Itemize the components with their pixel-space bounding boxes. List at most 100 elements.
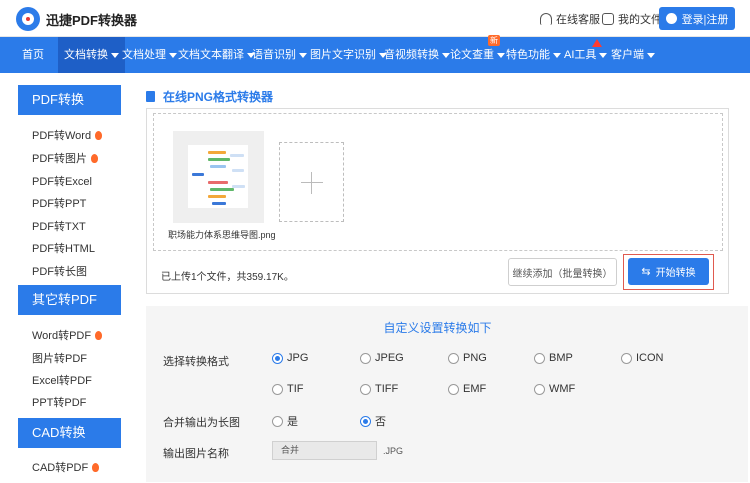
- format-option-png[interactable]: PNG: [448, 352, 487, 364]
- login-register-label: 登录|注册: [681, 13, 729, 26]
- format-option-label: PNG: [463, 352, 487, 364]
- nav-item-label: 音视频转换: [384, 49, 439, 61]
- start-convert-button[interactable]: ⇆ 开始转换: [628, 258, 709, 285]
- sidebar-item-cad-to-pdf[interactable]: CAD转PDF: [32, 459, 100, 475]
- format-option-bmp[interactable]: BMP: [534, 352, 573, 364]
- nav-item-home[interactable]: 首页: [22, 37, 44, 73]
- sidebar-group-pdf-convert: PDF转换: [18, 85, 121, 115]
- fire-icon: [92, 463, 100, 472]
- format-option-tif[interactable]: TIF: [272, 383, 304, 395]
- nav-item-av-convert[interactable]: 音视频转换: [384, 37, 450, 73]
- format-option-tiff[interactable]: TIFF: [360, 383, 398, 395]
- sidebar-item-label: Word转PDF: [32, 330, 92, 342]
- nav-item-label: 客户端: [611, 49, 644, 61]
- radio-icon: [360, 352, 371, 364]
- merge-option-yes[interactable]: 是: [272, 413, 298, 429]
- output-name-input[interactable]: 合并: [272, 441, 377, 460]
- output-name-label: 输出图片名称: [163, 448, 229, 460]
- nav-item-speech[interactable]: 语音识别: [252, 37, 307, 73]
- logo-icon: [16, 7, 40, 31]
- radio-icon: [534, 383, 545, 395]
- radio-icon: [272, 383, 283, 395]
- sidebar-item-ppt-to-pdf[interactable]: PPT转PDF: [32, 394, 86, 410]
- nav-item-features[interactable]: 特色功能: [506, 37, 561, 73]
- nav-item-label: 文档转换: [64, 49, 108, 61]
- user-icon: [665, 13, 677, 24]
- my-files-link[interactable]: 我的文件: [602, 11, 662, 27]
- fire-icon: [91, 154, 98, 163]
- format-option-label: BMP: [549, 352, 573, 364]
- format-label: 选择转换格式: [163, 356, 229, 368]
- sidebar-item-pdf-to-image[interactable]: PDF转图片: [32, 150, 98, 166]
- radio-icon: [272, 415, 283, 427]
- merge-option-label: 否: [375, 416, 386, 428]
- nav-item-client[interactable]: 客户端: [611, 37, 655, 73]
- merge-option-no[interactable]: 否: [360, 413, 386, 429]
- nav-item-label: 语音识别: [252, 49, 296, 61]
- nav-item-thesis-check[interactable]: 论文查重 新: [450, 35, 505, 73]
- radio-icon: [534, 352, 545, 364]
- radio-checked-icon: [360, 415, 371, 427]
- format-option-jpg[interactable]: JPG: [272, 352, 308, 364]
- sidebar-item-image-to-pdf[interactable]: 图片转PDF: [32, 350, 87, 366]
- sidebar-item-pdf-to-ppt[interactable]: PDF转PPT: [32, 195, 86, 211]
- chevron-down-icon: [442, 52, 450, 58]
- login-register-button[interactable]: 登录|注册: [659, 7, 735, 30]
- radio-icon: [621, 352, 632, 364]
- logo[interactable]: 迅捷PDF转换器: [16, 7, 137, 31]
- merge-option-label: 是: [287, 416, 298, 428]
- chevron-down-icon: [169, 52, 177, 58]
- nav-item-doc-process[interactable]: 文档处理: [122, 37, 177, 73]
- format-option-jpeg[interactable]: JPEG: [360, 352, 404, 364]
- sidebar-item-pdf-to-word[interactable]: PDF转Word: [32, 127, 103, 143]
- format-option-wmf[interactable]: WMF: [534, 383, 575, 395]
- sidebar-item-pdf-to-html[interactable]: PDF转HTML: [32, 240, 95, 256]
- radio-icon: [448, 352, 459, 364]
- chevron-down-icon: [647, 52, 655, 58]
- sidebar-item-label: PDF转HTML: [32, 243, 95, 255]
- page-title-row: 在线PNG格式转换器: [146, 88, 273, 105]
- online-service-label: 在线客服: [556, 14, 600, 26]
- upload-panel: 职场能力体系思维导图.png 已上传1个文件，共359.17K。 继续添加（批量…: [146, 108, 729, 294]
- nav-item-label: 文档文本翻译: [178, 49, 244, 61]
- chevron-down-icon: [553, 52, 561, 58]
- nav-item-label: 首页: [22, 49, 44, 61]
- nav-item-ocr[interactable]: 图片文字识别: [310, 37, 387, 73]
- settings-panel: 自定义设置转换如下 选择转换格式 JPG JPEG PNG BMP ICON T…: [146, 306, 748, 482]
- sidebar-item-word-to-pdf[interactable]: Word转PDF: [32, 327, 103, 343]
- sidebar-item-excel-to-pdf[interactable]: Excel转PDF: [32, 372, 92, 388]
- new-badge: 新: [488, 35, 500, 46]
- headset-icon: [540, 13, 552, 25]
- chevron-down-icon: [299, 52, 307, 58]
- sidebar-item-label: PDF转PPT: [32, 198, 87, 210]
- format-option-emf[interactable]: EMF: [448, 383, 486, 395]
- add-file-button[interactable]: [279, 142, 344, 222]
- start-convert-label: 开始转换: [655, 268, 696, 279]
- nav-item-label: 论文查重: [450, 49, 494, 61]
- upload-status: 已上传1个文件，共359.17K。: [161, 272, 294, 283]
- nav-item-doc-convert[interactable]: 文档转换: [58, 37, 125, 73]
- format-option-label: ICON: [636, 352, 664, 364]
- radio-icon: [360, 383, 371, 395]
- nav-item-label: 特色功能: [506, 49, 550, 61]
- continue-add-button[interactable]: 继续添加（批量转换）: [508, 258, 617, 286]
- format-option-label: JPEG: [375, 352, 404, 364]
- hot-triangle-icon: [592, 39, 602, 47]
- nav-item-label: 文档处理: [122, 49, 166, 61]
- file-thumbnail[interactable]: [173, 131, 264, 223]
- sidebar-group-title: PDF转换: [32, 92, 85, 107]
- sidebar-item-pdf-to-txt[interactable]: PDF转TXT: [32, 218, 86, 234]
- logo-text: 迅捷PDF转换器: [46, 12, 138, 28]
- nav-item-translate[interactable]: 文档文本翻译: [178, 37, 255, 73]
- file-name: 职场能力体系思维导图.png: [168, 230, 276, 240]
- format-option-label: TIFF: [375, 383, 399, 395]
- sidebar-item-pdf-to-long-image[interactable]: PDF转长图: [32, 263, 87, 279]
- sidebar-item-label: CAD转PDF: [32, 462, 89, 474]
- format-option-icon[interactable]: ICON: [621, 352, 664, 364]
- nav-item-ai-tools[interactable]: AI工具: [564, 37, 608, 73]
- file-drop-zone[interactable]: 职场能力体系思维导图.png: [153, 113, 723, 251]
- online-service-link[interactable]: 在线客服: [540, 11, 600, 27]
- sidebar-item-pdf-to-excel[interactable]: PDF转Excel: [32, 173, 92, 189]
- document-icon: [146, 91, 155, 102]
- sidebar-item-label: PDF转Excel: [32, 176, 92, 188]
